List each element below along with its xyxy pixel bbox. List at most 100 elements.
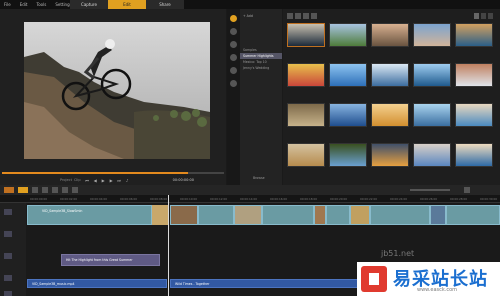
library-thumbnail[interactable] <box>329 143 367 167</box>
timeline-ruler[interactable]: 00:00:00:00 00:00:02:00 00:00:04:00 00:00:0… <box>0 195 500 203</box>
scrub-bar[interactable] <box>2 172 224 174</box>
ruler-tick: 00:00:14:00 <box>240 197 258 201</box>
add-folder-button[interactable]: + Add <box>240 13 282 19</box>
video-clip[interactable] <box>234 205 262 225</box>
video-clip[interactable] <box>262 205 314 225</box>
library-thumbnail[interactable] <box>287 103 325 127</box>
ruler-tick: 00:00:24:00 <box>390 197 408 201</box>
project-label[interactable]: Project <box>60 178 72 182</box>
graphic-icon[interactable] <box>230 67 237 74</box>
music-clip-1[interactable]: VID_Sample3B_music.mp4 <box>27 279 167 288</box>
grid-view-icon[interactable] <box>474 13 479 19</box>
browse-button[interactable]: Browse <box>250 175 268 181</box>
library-category-bar <box>227 9 240 185</box>
library-thumbnail[interactable] <box>329 63 367 87</box>
skip-back-icon[interactable]: ⏮ <box>85 178 90 183</box>
library-thumbnail[interactable] <box>413 143 451 167</box>
folder-jennys-wedding[interactable]: Jenny's Wedding <box>240 65 282 71</box>
ruler-tick: 00:00:04:00 <box>90 197 108 201</box>
step-edit[interactable]: Edit <box>108 0 146 9</box>
library-thumbnail[interactable] <box>287 63 325 87</box>
library-thumbnail[interactable] <box>329 23 367 47</box>
ruler-tick: 00:00:12:00 <box>210 197 228 201</box>
list-view-icon[interactable] <box>481 13 486 19</box>
skip-forward-icon[interactable]: ⏭ <box>117 178 122 183</box>
step-back-icon[interactable]: ◀ <box>93 178 98 183</box>
title-track-icon[interactable] <box>4 253 12 259</box>
zoom-slider[interactable] <box>410 189 450 191</box>
undo-icon[interactable] <box>32 187 38 193</box>
library-thumbnail[interactable] <box>455 143 493 167</box>
ruler-tick: 00:00:26:00 <box>420 197 438 201</box>
library-thumbnail[interactable] <box>371 143 409 167</box>
step-capture[interactable]: Capture <box>70 0 108 9</box>
fit-project-icon[interactable] <box>464 187 470 193</box>
timeline-toolbar <box>0 185 500 195</box>
video-track-icon[interactable] <box>4 209 12 215</box>
ruler-tick: 00:00:18:00 <box>300 197 318 201</box>
video-clip[interactable]: VID_Sample3B_SlowSmin <box>27 205 152 225</box>
overlay-track-icon[interactable] <box>4 231 12 237</box>
ruler-tick: 00:00:06:00 <box>120 197 138 201</box>
menu-file[interactable]: File <box>4 2 11 7</box>
library-thumbnail[interactable] <box>287 143 325 167</box>
transition-icon[interactable] <box>230 41 237 48</box>
menu-edit[interactable]: Edit <box>20 2 28 7</box>
video-clip[interactable] <box>446 205 500 225</box>
library-thumbnail[interactable] <box>455 103 493 127</box>
library-toolbar <box>287 13 323 19</box>
preview-window[interactable] <box>24 22 210 159</box>
storyboard-view-icon[interactable] <box>18 187 28 193</box>
preview-panel: Project Clip ⏮ ◀ ▶ ▶ ⏭ ♪ 00:00:00:00 <box>0 9 226 185</box>
library-grid <box>283 9 500 185</box>
mixer-icon[interactable] <box>62 187 68 193</box>
music-clip-1-label: VID_Sample3B_music.mp4 <box>32 282 75 286</box>
clip-label[interactable]: Clip <box>74 178 81 182</box>
library-thumbnail[interactable] <box>413 23 451 47</box>
library-thumbnail[interactable] <box>413 63 451 87</box>
video-clip[interactable] <box>370 205 430 225</box>
step-share[interactable]: Share <box>146 0 184 9</box>
media-icon[interactable] <box>230 15 237 22</box>
library-thumbnail[interactable] <box>371 103 409 127</box>
music-track-icon[interactable] <box>4 291 12 296</box>
video-clip[interactable] <box>314 205 326 225</box>
title-clip[interactable]: Hit The Highlight from this Great Summer <box>61 254 160 266</box>
redo-icon[interactable] <box>42 187 48 193</box>
video-clip[interactable] <box>170 205 198 225</box>
library-thumbnail[interactable] <box>329 103 367 127</box>
timecode[interactable]: 00:00:00:00 <box>173 178 194 182</box>
track-headers <box>0 203 26 296</box>
step-forward-icon[interactable]: ▶ <box>109 178 114 183</box>
sort-icon[interactable] <box>488 13 493 19</box>
ruler-tick: 00:00:16:00 <box>270 197 288 201</box>
record-icon[interactable] <box>52 187 58 193</box>
library-thumbnail[interactable] <box>413 103 451 127</box>
audio-filter-icon[interactable] <box>311 13 317 19</box>
video-clip[interactable] <box>198 205 234 225</box>
video-filter-icon[interactable] <box>295 13 301 19</box>
library-thumbnail[interactable] <box>371 23 409 47</box>
import-icon[interactable] <box>287 13 293 19</box>
video-clip-thumb[interactable] <box>152 205 168 225</box>
library-thumbnail[interactable] <box>455 23 493 47</box>
ruler-tick: 00:00:28:00 <box>450 197 468 201</box>
library-thumbnail[interactable] <box>287 23 325 47</box>
video-clip[interactable] <box>350 205 370 225</box>
voice-track-icon[interactable] <box>4 275 12 281</box>
video-clip[interactable] <box>326 205 350 225</box>
photo-filter-icon[interactable] <box>303 13 309 19</box>
ruler-tick: 00:00:00:00 <box>30 197 48 201</box>
timeline-view-icon[interactable] <box>4 187 14 193</box>
play-icon[interactable]: ▶ <box>101 178 106 183</box>
library-thumbnail[interactable] <box>371 63 409 87</box>
volume-icon[interactable]: ♪ <box>125 178 130 183</box>
title-icon[interactable] <box>230 54 237 61</box>
playhead[interactable] <box>168 195 169 296</box>
library-thumbnail[interactable] <box>455 63 493 87</box>
auto-music-icon[interactable] <box>72 187 78 193</box>
filter-icon[interactable] <box>230 80 237 87</box>
menu-tools[interactable]: Tools <box>36 2 46 7</box>
video-clip[interactable] <box>430 205 446 225</box>
instant-project-icon[interactable] <box>230 28 237 35</box>
